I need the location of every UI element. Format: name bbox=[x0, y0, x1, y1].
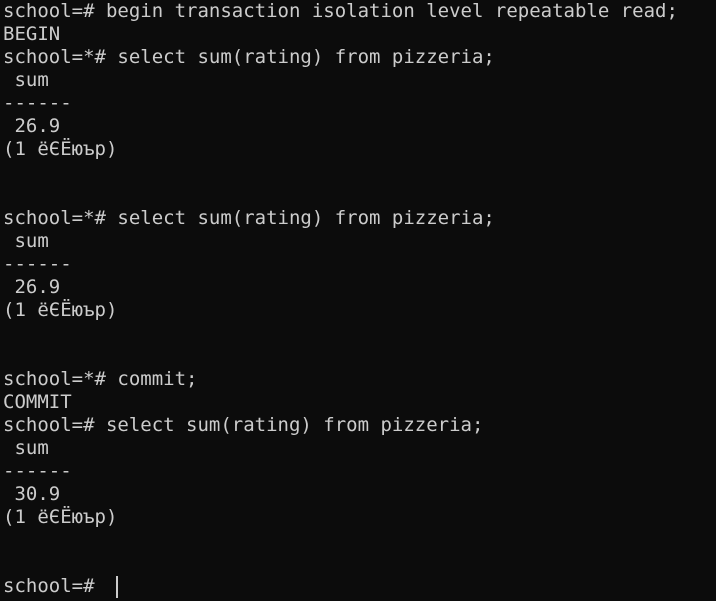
terminal-line: ------ bbox=[3, 92, 72, 114]
terminal-line: BEGIN bbox=[3, 23, 61, 45]
terminal-line: 26.9 bbox=[3, 276, 61, 298]
terminal-line: sum bbox=[3, 230, 49, 252]
text-cursor bbox=[115, 575, 118, 598]
terminal-line: school=# begin transaction isolation lev… bbox=[3, 0, 678, 22]
terminal-line: (1 ёЄЁюър) bbox=[3, 506, 118, 528]
terminal-line: school=*# select sum(rating) from pizzer… bbox=[3, 207, 495, 229]
terminal-window[interactable]: school=# begin transaction isolation lev… bbox=[0, 0, 716, 601]
terminal-prompt: school=# bbox=[3, 575, 106, 597]
terminal-line: school=*# select sum(rating) from pizzer… bbox=[3, 46, 495, 68]
terminal-line: 30.9 bbox=[3, 483, 61, 505]
terminal-line: school=*# commit; bbox=[3, 368, 198, 390]
terminal-line: ------ bbox=[3, 253, 72, 275]
terminal-line: school=# select sum(rating) from pizzeri… bbox=[3, 414, 484, 436]
terminal-line: COMMIT bbox=[3, 391, 72, 413]
terminal-prompt-line[interactable]: school=# bbox=[3, 575, 716, 598]
terminal-line: (1 ёЄЁюър) bbox=[3, 299, 118, 321]
terminal-line: sum bbox=[3, 437, 49, 459]
terminal-line: sum bbox=[3, 69, 49, 91]
terminal-line: 26.9 bbox=[3, 115, 61, 137]
terminal-line: ------ bbox=[3, 460, 72, 482]
terminal-line: (1 ёЄЁюър) bbox=[3, 138, 118, 160]
